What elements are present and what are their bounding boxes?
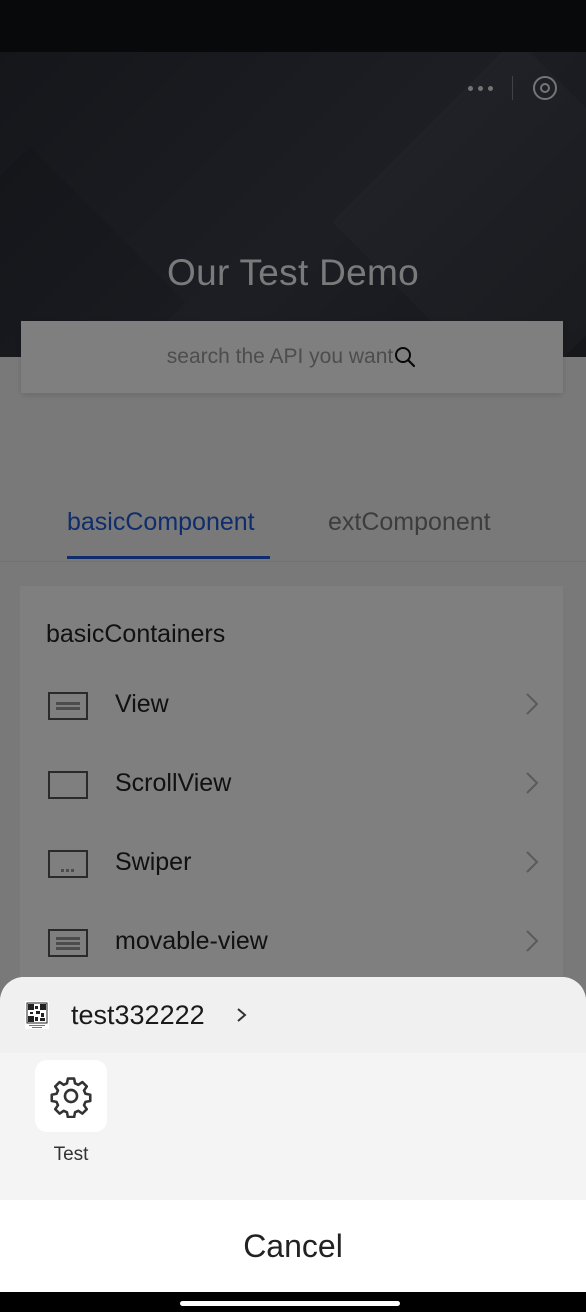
qr-code-icon — [25, 1001, 49, 1029]
app-name: test332222 — [71, 1000, 205, 1030]
test-action-button[interactable]: Test — [35, 1060, 107, 1166]
sheet-header[interactable]: test332222 — [0, 977, 586, 1053]
screen: Our Test Demo search the API you want ba… — [0, 0, 586, 1312]
home-indicator[interactable] — [180, 1301, 400, 1306]
cancel-label: Cancel — [243, 1227, 343, 1264]
action-label: Test — [53, 1144, 89, 1165]
chevron-right-icon — [236, 1005, 248, 1030]
gear-icon — [50, 1077, 92, 1118]
action-sheet: test332222 Test Cancel — [0, 977, 586, 1312]
cancel-button[interactable]: Cancel — [0, 1200, 586, 1292]
action-tile — [35, 1060, 107, 1132]
